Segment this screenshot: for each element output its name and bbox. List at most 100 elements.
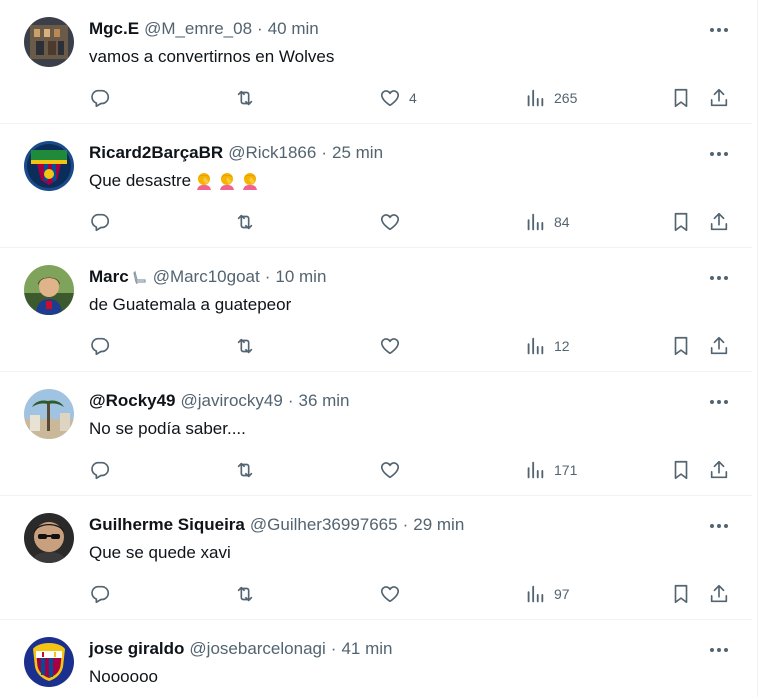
views-button[interactable]: 84 [524,210,570,234]
tweet[interactable]: @Rocky49 @javirocky49 · 36 min No se pod… [0,372,752,496]
more-horizontal-icon [709,151,729,157]
author-name[interactable]: Guilherme Siqueira [89,514,245,536]
person-facepalming-emoji [217,171,237,191]
like-button[interactable]: 4 [379,86,417,110]
share-icon [708,335,730,357]
timestamp[interactable]: 36 min [298,390,349,412]
bookmark-button[interactable] [670,210,692,234]
views-count: 265 [554,90,578,106]
author-handle[interactable]: @javirocky49 [181,390,283,412]
tweet[interactable]: Guilherme Siqueira @Guilher36997665 · 29… [0,496,752,620]
avatar[interactable] [24,637,74,687]
retweet-icon [234,583,256,605]
author-name[interactable]: jose giraldo [89,638,184,660]
reply-button[interactable] [89,334,119,358]
share-button[interactable] [708,86,730,110]
author-handle[interactable]: @M_emre_08 [144,18,252,40]
more-options-button[interactable] [707,20,731,40]
share-button[interactable] [708,334,730,358]
heart-icon [379,335,401,357]
tweet-actions: 84 [0,210,752,234]
bookmark-button[interactable] [670,458,692,482]
tweet-header: jose giraldo @josebarcelonagi · 41 min [89,638,392,660]
tweet-actions: 4 265 [0,86,752,110]
tweet[interactable]: Ricard2BarçaBR @Rick1866 · 25 min Que de… [0,124,752,248]
like-button[interactable] [379,458,409,482]
avatar[interactable] [24,141,74,191]
tweet[interactable]: Mgc.E @M_emre_08 · 40 min vamos a conver… [0,0,752,124]
avatar[interactable] [24,513,74,563]
tweet-text-content: de Guatemala a guatepeor [89,295,292,314]
heart-icon [379,583,401,605]
like-button[interactable] [379,582,409,606]
views-chart-icon [524,335,546,357]
timestamp[interactable]: 25 min [332,142,383,164]
more-options-button[interactable] [707,268,731,288]
author-name[interactable]: Marc [89,266,129,288]
timestamp[interactable]: 40 min [268,18,319,40]
share-button[interactable] [708,210,730,234]
retweet-button[interactable] [234,582,264,606]
more-options-button[interactable] [707,144,731,164]
reply-button[interactable] [89,86,119,110]
tweet-text: No se podía saber.... [89,418,246,440]
bookmark-icon [670,583,692,605]
separator: · [321,143,327,162]
more-horizontal-icon [709,399,729,405]
high-heel-icon [132,269,148,285]
heart-icon [379,87,401,109]
tweet-text-content: vamos a convertirnos en Wolves [89,47,335,66]
author-handle[interactable]: @Marc10goat [153,266,260,288]
avatar[interactable] [24,17,74,67]
heart-icon [379,459,401,481]
timestamp[interactable]: 29 min [413,514,464,536]
bookmark-button[interactable] [670,86,692,110]
reply-button[interactable] [89,210,119,234]
like-count: 4 [409,90,417,106]
more-options-button[interactable] [707,640,731,660]
like-button[interactable] [379,334,409,358]
avatar[interactable] [24,389,74,439]
tweet-text: de Guatemala a guatepeor [89,294,291,316]
author-handle[interactable]: @josebarcelonagi [189,638,325,660]
author-handle[interactable]: @Rick1866 [228,142,316,164]
share-button[interactable] [708,458,730,482]
share-icon [708,211,730,233]
retweet-button[interactable] [234,210,264,234]
timestamp[interactable]: 41 min [341,638,392,660]
tweet[interactable]: Marc @Marc10goat · 10 min de Guatemala a… [0,248,752,372]
author-name[interactable]: Mgc.E [89,18,139,40]
separator: · [287,391,294,410]
reply-icon [89,211,111,233]
views-button[interactable]: 265 [524,86,577,110]
retweet-icon [234,335,256,357]
views-button[interactable]: 97 [524,582,570,606]
bookmark-button[interactable] [670,334,692,358]
tweet[interactable]: jose giraldo @josebarcelonagi · 41 min N… [0,620,752,697]
timeline-feed: Mgc.E @M_emre_08 · 40 min vamos a conver… [0,0,758,697]
author-name[interactable]: @Rocky49 [89,390,176,412]
retweet-button[interactable] [234,458,264,482]
views-button[interactable]: 171 [524,458,577,482]
more-options-button[interactable] [707,516,731,536]
views-button[interactable]: 12 [524,334,570,358]
reply-button[interactable] [89,582,119,606]
author-name[interactable]: Ricard2BarçaBR [89,142,223,164]
like-button[interactable] [379,210,409,234]
reply-icon [89,583,111,605]
bookmark-button[interactable] [670,582,692,606]
retweet-button[interactable] [234,334,264,358]
retweet-icon [234,87,256,109]
share-button[interactable] [708,582,730,606]
retweet-button[interactable] [234,86,264,110]
reply-button[interactable] [89,458,119,482]
avatar[interactable] [24,265,74,315]
tweet-actions: 171 [0,458,752,482]
more-horizontal-icon [709,647,729,653]
timestamp[interactable]: 10 min [275,266,326,288]
author-handle[interactable]: @Guilher36997665 [250,514,398,536]
more-options-button[interactable] [707,392,731,412]
tweet-header: Guilherme Siqueira @Guilher36997665 · 29… [89,514,464,536]
tweet-text-content: Que desastre [89,171,192,190]
bookmark-icon [670,87,692,109]
